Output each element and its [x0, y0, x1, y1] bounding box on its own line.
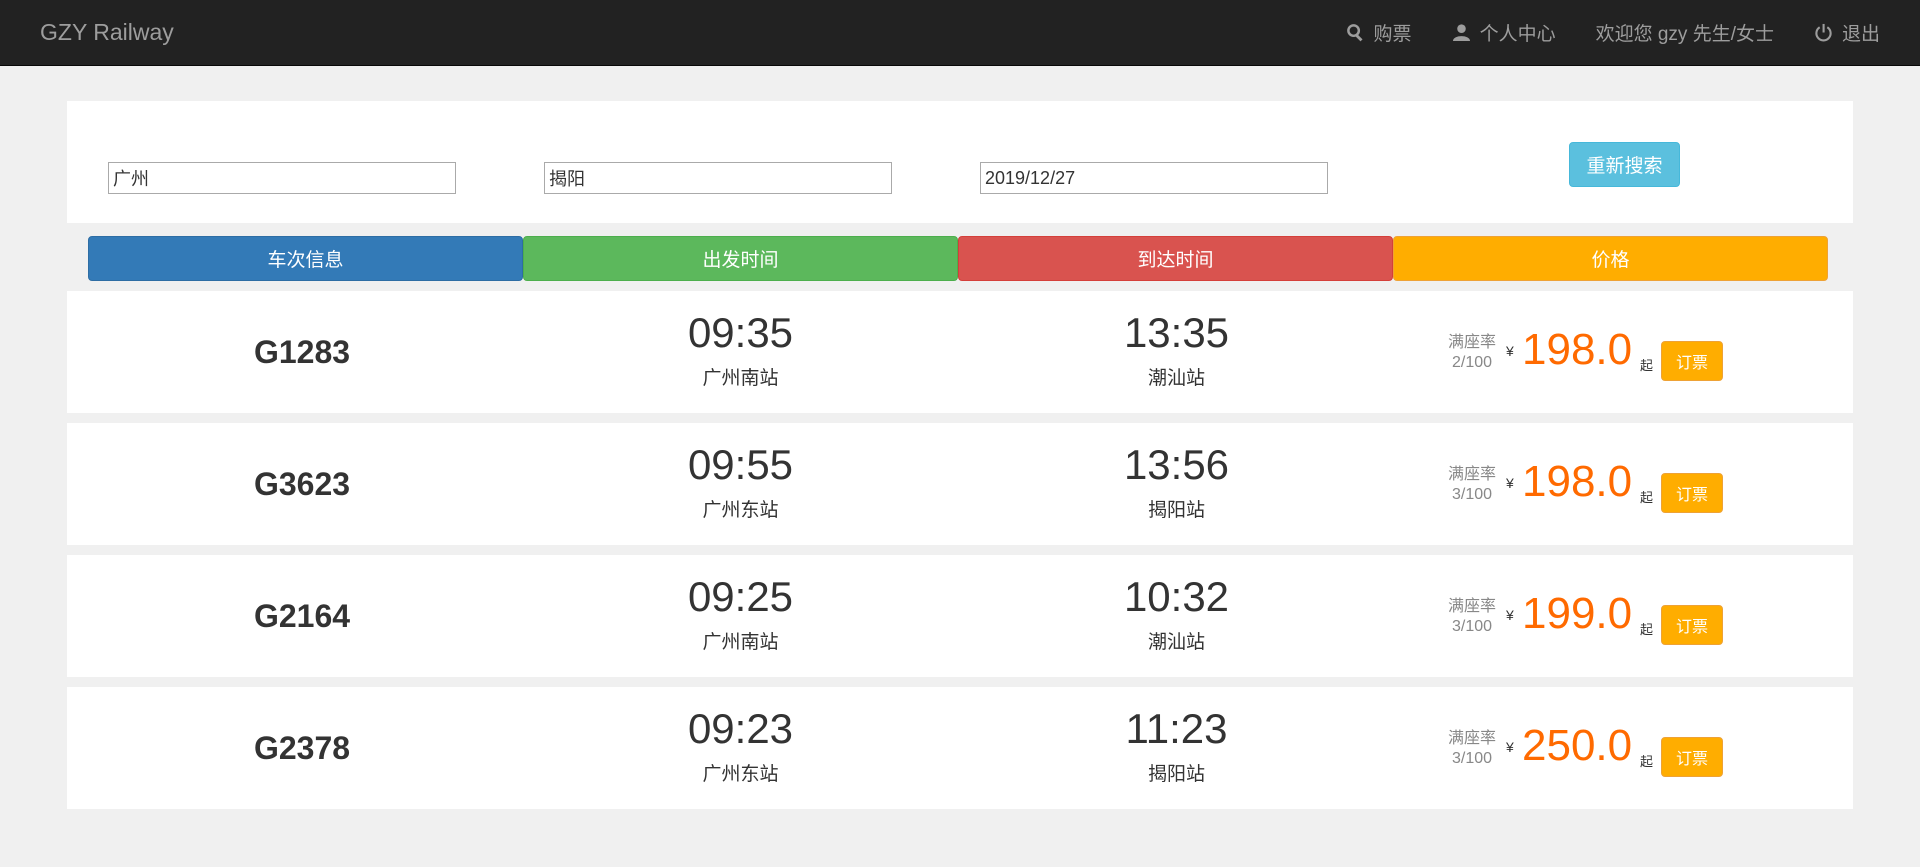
table-row: G1283 09:35 广州南站 13:35 潮汕站 满座率 2/100 ¥ 1…	[67, 291, 1853, 413]
nav-logout-label: 退出	[1841, 24, 1880, 45]
book-button[interactable]: 订票	[1661, 737, 1723, 777]
book-button[interactable]: 订票	[1661, 473, 1723, 513]
search-panel: 重新搜索	[67, 101, 1853, 223]
price-value: 250.0	[1522, 721, 1633, 770]
from-station-input[interactable]	[108, 162, 456, 194]
depart-station: 广州南站	[702, 632, 779, 653]
occupancy-rate: 满座率 3/100	[1427, 465, 1517, 505]
arrive-station: 潮汕站	[1147, 632, 1205, 653]
table-header: 车次信息 出发时间 到达时间 价格	[67, 236, 1853, 282]
depart-station: 广州东站	[702, 764, 779, 785]
header-depart-time[interactable]: 出发时间	[523, 236, 958, 281]
arrive-station: 揭阳站	[1147, 764, 1205, 785]
top-navbar: GZY Railway 购票 个人中心 欢迎您 gzy 先生/女士 退出	[0, 0, 1920, 66]
welcome-text: 欢迎您 gzy 先生/女士	[1595, 24, 1774, 45]
arrive-time: 13:35	[1123, 309, 1230, 356]
depart-time: 09:55	[687, 441, 794, 488]
depart-block: 09:35 广州南站	[523, 309, 958, 390]
arrive-station: 潮汕站	[1147, 368, 1205, 389]
power-icon	[1815, 23, 1832, 42]
rate-value: 3/100	[1451, 486, 1493, 503]
train-number: G2164	[253, 597, 351, 634]
arrive-time: 10:32	[1123, 573, 1230, 620]
train-number: G2378	[253, 729, 351, 766]
book-button[interactable]: 订票	[1661, 605, 1723, 645]
depart-block: 09:55 广州东站	[523, 441, 958, 522]
header-train-info[interactable]: 车次信息	[88, 236, 523, 281]
price-suffix: 起	[1640, 622, 1654, 637]
arrive-block: 10:32 潮汕站	[959, 573, 1394, 654]
depart-time: 09:23	[687, 705, 794, 752]
currency-symbol: ¥	[1506, 739, 1514, 755]
depart-block: 09:23 广州东站	[523, 705, 958, 786]
nav-logout[interactable]: 退出	[1814, 19, 1880, 46]
occupancy-rate: 满座率 3/100	[1427, 729, 1517, 769]
book-button[interactable]: 订票	[1661, 341, 1723, 381]
table-row: G3623 09:55 广州东站 13:56 揭阳站 满座率 3/100 ¥ 1…	[67, 423, 1853, 545]
nav-buy-ticket[interactable]: 购票	[1346, 19, 1412, 46]
train-number: G1283	[253, 333, 351, 370]
price-value: 198.0	[1522, 457, 1633, 506]
depart-station: 广州南站	[702, 368, 779, 389]
header-price[interactable]: 价格	[1393, 236, 1828, 281]
price-suffix: 起	[1640, 358, 1654, 373]
depart-time: 09:25	[687, 573, 794, 620]
arrive-time: 13:56	[1123, 441, 1230, 488]
currency-symbol: ¥	[1506, 607, 1514, 623]
arrive-station: 揭阳站	[1147, 500, 1205, 521]
nav-profile-label: 个人中心	[1479, 24, 1556, 45]
price-value: 198.0	[1522, 325, 1633, 374]
rate-value: 2/100	[1451, 354, 1493, 371]
depart-station: 广州东站	[702, 500, 779, 521]
arrive-block: 11:23 揭阳站	[959, 705, 1394, 786]
rate-label: 满座率	[1447, 334, 1496, 351]
rate-label: 满座率	[1447, 730, 1496, 747]
rate-value: 3/100	[1451, 618, 1493, 635]
train-number: G3623	[253, 465, 351, 502]
occupancy-rate: 满座率 2/100	[1427, 333, 1517, 373]
nav-welcome[interactable]: 欢迎您 gzy 先生/女士	[1596, 19, 1774, 46]
price-suffix: 起	[1640, 490, 1654, 505]
arrive-block: 13:35 潮汕站	[959, 309, 1394, 390]
nav-buy-label: 购票	[1373, 24, 1412, 45]
header-arrive-time[interactable]: 到达时间	[958, 236, 1393, 281]
train-list: G1283 09:35 广州南站 13:35 潮汕站 满座率 2/100 ¥ 1…	[67, 291, 1853, 809]
arrive-time: 11:23	[1125, 705, 1228, 752]
depart-block: 09:25 广州南站	[523, 573, 958, 654]
rate-label: 满座率	[1447, 466, 1496, 483]
navbar-menu: 购票 个人中心 欢迎您 gzy 先生/女士 退出	[1306, 19, 1880, 46]
table-row: G2378 09:23 广州东站 11:23 揭阳站 满座率 3/100 ¥ 2…	[67, 687, 1853, 809]
brand-logo[interactable]: GZY Railway	[40, 19, 174, 46]
arrive-block: 13:56 揭阳站	[959, 441, 1394, 522]
currency-symbol: ¥	[1506, 475, 1514, 491]
date-input[interactable]	[980, 162, 1328, 194]
table-row: G2164 09:25 广州南站 10:32 潮汕站 满座率 3/100 ¥ 1…	[67, 555, 1853, 677]
to-station-input[interactable]	[544, 162, 892, 194]
occupancy-rate: 满座率 3/100	[1427, 597, 1517, 637]
search-icon	[1346, 24, 1363, 42]
price-suffix: 起	[1640, 754, 1654, 769]
nav-profile[interactable]: 个人中心	[1452, 19, 1556, 46]
depart-time: 09:35	[687, 309, 794, 356]
rate-label: 满座率	[1447, 598, 1496, 615]
user-icon	[1452, 24, 1470, 42]
main-container: 重新搜索 车次信息 出发时间 到达时间 价格 G1283 09:35 广州南站 …	[67, 101, 1853, 809]
currency-symbol: ¥	[1506, 343, 1514, 359]
rate-value: 3/100	[1451, 750, 1493, 767]
price-value: 199.0	[1522, 589, 1633, 638]
research-button[interactable]: 重新搜索	[1569, 142, 1680, 187]
